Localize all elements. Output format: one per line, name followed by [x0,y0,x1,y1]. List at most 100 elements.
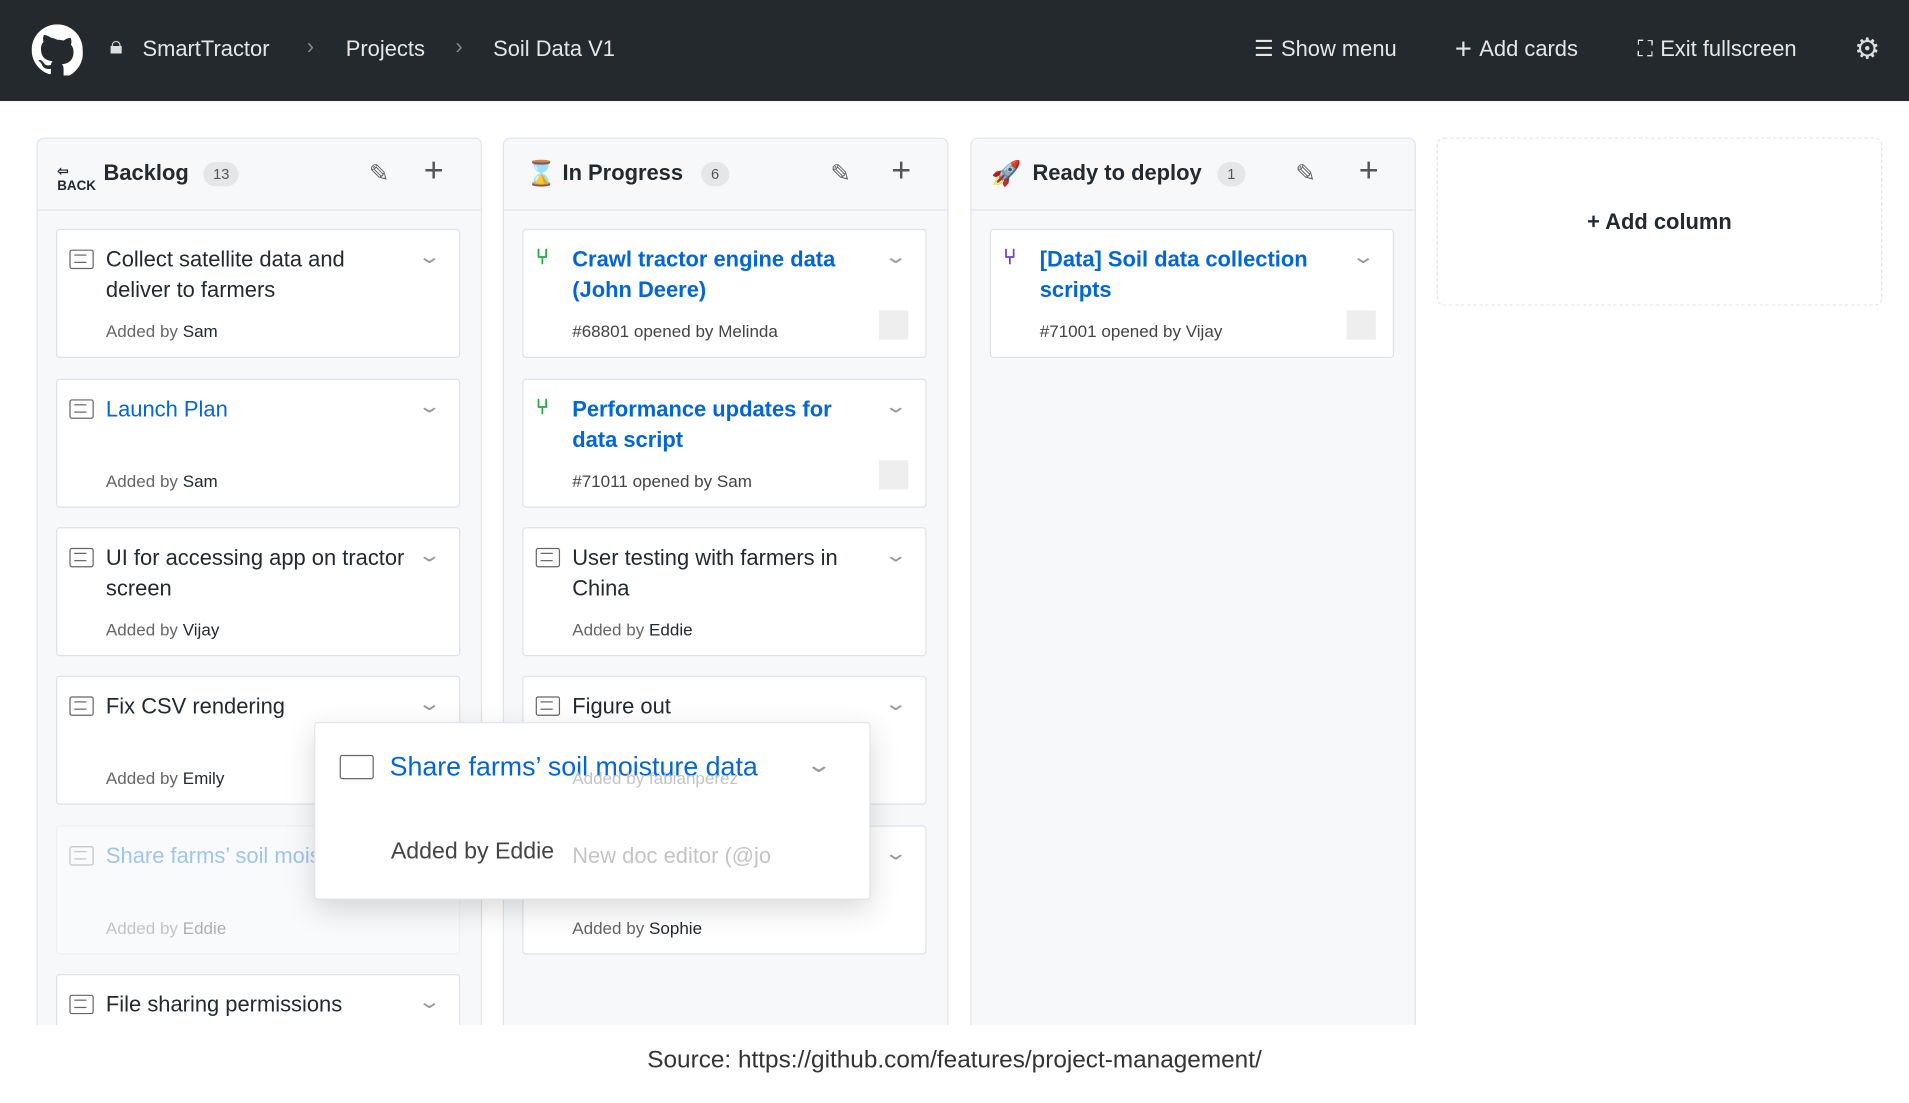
pencil-icon[interactable]: ✎ [1295,158,1315,188]
card-count: 13 [203,161,240,187]
note-icon [535,696,561,716]
chevron-down-icon[interactable]: ⌄ [805,752,833,778]
hamburger-icon: ☰ [1254,36,1274,61]
hourglass-icon: ⌛ [525,160,557,188]
card-user: Sam [182,321,218,341]
card-user: Sam [182,471,218,491]
card-meta: Added by Eddie [572,620,692,639]
column-header: ⇦ BACK Backlog 13 ✎ + [37,139,481,211]
card[interactable]: Collect satellite data and deliver to fa… [56,228,461,358]
avatar [879,460,909,490]
note-icon [535,547,561,568]
card-title: User testing with farmers in China [572,545,838,601]
chevron-down-icon[interactable]: ⌄ [417,692,441,716]
add-cards-button[interactable]: + Add cards [1454,32,1578,66]
chevron-down-icon[interactable]: ⌄ [417,990,441,1014]
plus-icon: + [1454,32,1472,66]
add-cards-label: Add cards [1479,36,1578,61]
card-user: Eddie [182,917,227,938]
meta-prefix: Added by [105,768,178,788]
card-count: 6 [701,161,729,187]
chevron-down-icon[interactable]: ⌄ [883,245,907,269]
chevron-down-icon[interactable]: ⌄ [883,841,907,865]
card-meta: #71011 opened by Sam [572,471,752,491]
card[interactable]: UI for accessing app on tractor screen Ad… [56,527,461,657]
source-caption: Source: https://github.com/features/proj… [647,1047,1262,1074]
exit-fullscreen-button[interactable]: ⛶ Exit fullscreen [1638,37,1797,63]
column-title: Backlog [103,160,189,186]
show-menu-button[interactable]: ☰ Show menu [1254,37,1397,63]
avatar [879,310,909,340]
chevron-down-icon[interactable]: ⌄ [883,543,907,567]
card-meta: Added by Vijay [106,620,219,639]
pull-request-icon: ⑂ [535,244,549,270]
chevron-down-icon[interactable]: ⌄ [417,543,441,567]
avatar [1346,310,1376,340]
card[interactable]: Launch Plan Added by Sam ⌄ [56,378,461,508]
column-header: 🚀 Ready to deploy 1 ✎ + [971,139,1415,211]
card-meta: #71001 opened by Vijay [1039,321,1223,341]
gear-icon[interactable]: ⚙ [1854,32,1880,67]
dragged-card[interactable]: Share farms’ soil moisture data Added by… [314,721,871,900]
chevron-down-icon[interactable]: ⌄ [883,394,907,418]
chevron-down-icon[interactable]: ⌄ [1351,245,1375,269]
card-user: Vijay [182,619,220,640]
column-in-progress: ⌛ In Progress 6 ✎ + ⑂ Crawl tractor engin… [502,137,949,1041]
card-title-link[interactable]: Performance updates for data script [572,394,876,455]
card-user: Sophie [649,917,703,938]
chevron-down-icon[interactable]: ⌄ [417,394,441,418]
show-menu-label: Show menu [1280,36,1397,61]
column-header: ⌛ In Progress 6 ✎ + [504,139,948,211]
card[interactable]: ⑂ [Data] Soil data collection scripts #710… [989,228,1395,358]
meta-prefix: Added by [572,917,645,938]
rocket-icon: 🚀 [991,160,1022,188]
add-card-plus-icon[interactable]: + [1359,151,1379,190]
card-meta: Added by fabianperez [572,768,739,788]
column-ready-to-deploy: 🚀 Ready to deploy 1 ✎ + ⑂ [Data] Soil dat… [970,137,1416,1041]
pull-request-icon: ⑂ [1003,244,1017,270]
card-title-link[interactable]: [Data] Soil data collection scripts [1040,245,1344,306]
card-meta: #68801 opened by Melinda [572,321,778,341]
pencil-icon[interactable]: ✎ [369,158,389,188]
meta-prefix: Added by [105,619,178,640]
breadcrumb-project[interactable]: Soil Data V1 [493,37,615,63]
card-meta: Added by Sam [106,471,218,490]
note-icon [69,547,94,568]
card-user: Emily [182,768,225,788]
meta-prefix: Added by [105,917,178,938]
chevron-right-icon: › [306,34,315,59]
column-backlog: ⇦ BACK Backlog 13 ✎ + Collect satellite d… [36,137,483,1103]
breadcrumb-repo[interactable]: SmartTractor [142,37,269,63]
chevron-right-icon: › [455,34,463,59]
add-column-button[interactable]: + Add column [1436,137,1883,306]
add-card-plus-icon[interactable]: + [891,151,911,190]
exit-fullscreen-label: Exit fullscreen [1660,36,1797,61]
note-icon [69,399,94,419]
pull-request-icon: ⑂ [535,394,549,419]
card[interactable]: User testing with farmers in China Added … [522,527,927,657]
card-title: Fix CSV rendering [105,693,285,719]
github-logo-icon[interactable] [31,24,83,76]
breadcrumb-projects[interactable]: Projects [346,37,425,63]
screen-normal-icon: ⛶ [1637,36,1653,61]
card[interactable]: ⑂ Crawl tractor engine data (John Deere) #… [522,228,927,358]
project-board: 🔒︎ SmartTractor › Projects › Soil Data V… [0,0,1909,1103]
card[interactable]: ⑂ Performance updates for data script #710… [522,378,927,508]
card-meta: Added by Sophie [572,918,702,937]
card-title: UI for accessing app on tractor screen [105,545,405,601]
card-title-link[interactable]: Crawl tractor engine data (John Deere) [572,245,876,306]
meta-prefix: Added by [105,321,178,341]
meta-prefix: Added by [105,471,178,491]
pencil-icon[interactable]: ✎ [830,158,850,188]
card-title-link[interactable]: Launch Plan [106,394,410,424]
note-icon [69,846,94,866]
chevron-down-icon[interactable]: ⌄ [417,245,441,269]
add-card-plus-icon[interactable]: + [424,151,444,190]
title-line: Figure out [572,693,671,719]
meta-prefix: Added by [572,619,645,640]
column-title: Ready to deploy [1032,160,1202,186]
card-user: Eddie [649,619,693,640]
note-icon [69,249,94,270]
card-title: Collect satellite data and deliver to fa… [105,247,345,302]
chevron-down-icon[interactable]: ⌄ [883,692,907,716]
